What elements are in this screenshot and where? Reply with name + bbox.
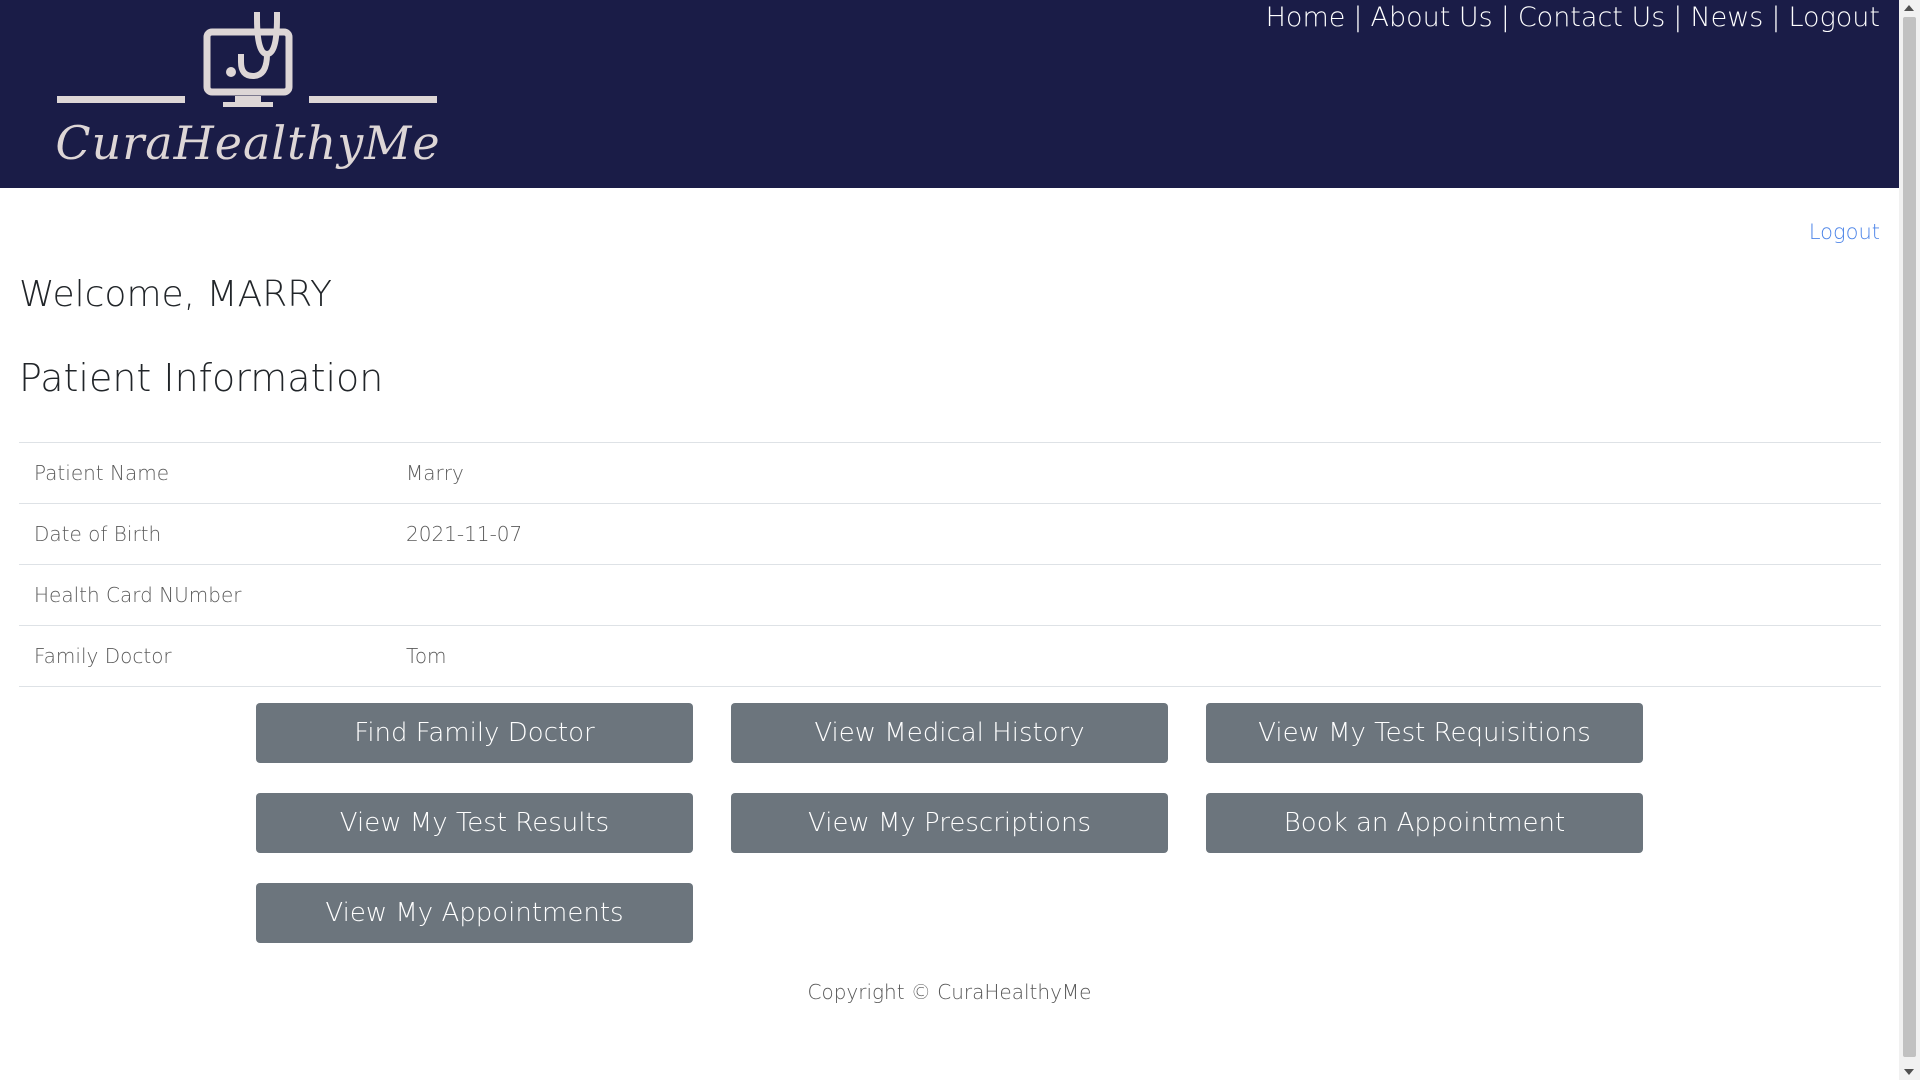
table-row: Family Doctor Tom [19, 625, 1881, 687]
scroll-thumb[interactable] [1903, 17, 1916, 1057]
view-prescriptions-button[interactable]: View My Prescriptions [731, 793, 1168, 853]
site-header: CuraHealthyMe Home | About Us | Contact … [0, 0, 1899, 188]
top-nav: Home | About Us | Contact Us | News | Lo… [1266, 2, 1880, 33]
logout-link[interactable]: Logout [1809, 220, 1880, 244]
book-appointment-button[interactable]: Book an Appointment [1206, 793, 1643, 853]
nav-about-us[interactable]: About Us [1370, 2, 1492, 33]
section-title: Patient Information [19, 356, 384, 400]
table-row: Health Card NUmber [19, 564, 1881, 626]
logo-text: CuraHealthyMe [55, 116, 441, 170]
family-doctor-label: Family Doctor [19, 625, 391, 687]
vertical-scrollbar[interactable] [1899, 0, 1920, 1080]
table-row: Patient Name Marry [19, 442, 1881, 504]
footer-copyright: Copyright © CuraHealthyMe [807, 980, 1092, 1004]
nav-separator: | [1353, 2, 1363, 33]
health-card-value [391, 564, 1881, 626]
view-medical-history-button[interactable]: View Medical History [731, 703, 1168, 763]
nav-separator: | [1500, 2, 1510, 33]
stethoscope-monitor-icon [57, 12, 437, 107]
logo[interactable]: CuraHealthyMe [55, 6, 441, 182]
table-row: Date of Birth 2021-11-07 [19, 503, 1881, 565]
patient-name-label: Patient Name [19, 442, 391, 504]
date-of-birth-label: Date of Birth [19, 503, 391, 565]
patient-info-table: Patient Name Marry Date of Birth 2021-11… [19, 442, 1881, 687]
scroll-up-icon[interactable] [1904, 5, 1914, 11]
scroll-down-icon[interactable] [1904, 1069, 1914, 1075]
nav-home[interactable]: Home [1266, 2, 1346, 33]
nav-contact-us[interactable]: Contact Us [1518, 2, 1665, 33]
patient-name-value: Marry [391, 442, 1881, 504]
nav-separator: | [1771, 2, 1781, 33]
view-test-requisitions-button[interactable]: View My Test Requisitions [1206, 703, 1643, 763]
health-card-label: Health Card NUmber [19, 564, 391, 626]
page: CuraHealthyMe Home | About Us | Contact … [0, 0, 1899, 1080]
nav-news[interactable]: News [1690, 2, 1763, 33]
view-appointments-button[interactable]: View My Appointments [256, 883, 693, 943]
family-doctor-value: Tom [391, 625, 1881, 687]
nav-logout[interactable]: Logout [1788, 2, 1880, 33]
nav-separator: | [1673, 2, 1683, 33]
welcome-heading: Welcome, MARRY [19, 274, 332, 315]
find-family-doctor-button[interactable]: Find Family Doctor [256, 703, 693, 763]
date-of-birth-value: 2021-11-07 [391, 503, 1881, 565]
view-test-results-button[interactable]: View My Test Results [256, 793, 693, 853]
